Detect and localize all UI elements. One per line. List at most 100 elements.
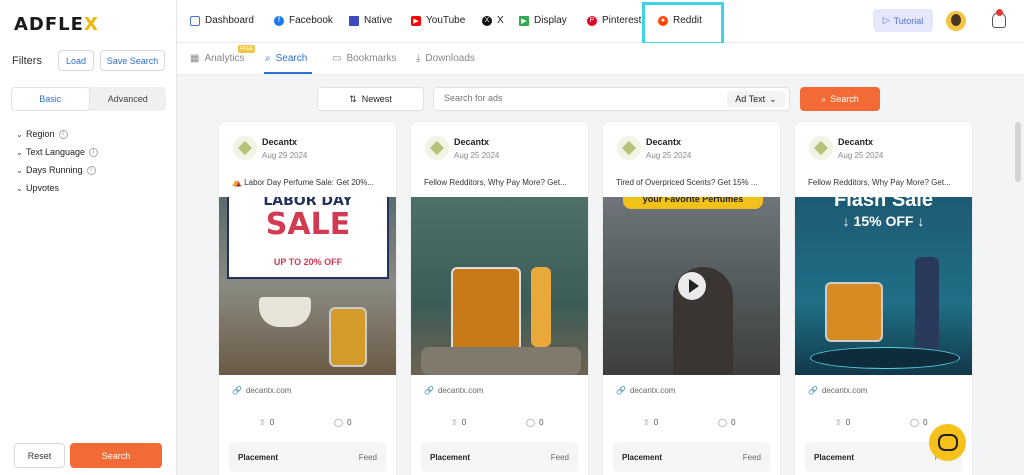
ad-card[interactable]: Decantx Aug 29 2024 ⛺ Labor Day Perfume … xyxy=(219,122,396,475)
nav-youtube[interactable]: ▶ YouTube xyxy=(411,15,465,26)
info-icon: i xyxy=(89,147,99,157)
link-icon: 🔗 xyxy=(616,386,626,395)
comments-stat: ◯ 0 xyxy=(910,418,928,427)
upvotes-stat: ⇧ 0 xyxy=(451,418,467,427)
nav-dashboard[interactable]: Dashboard xyxy=(190,15,254,26)
play-icon: ▷ xyxy=(882,15,890,25)
page-scrollbar[interactable] xyxy=(1015,122,1021,182)
advertiser-name: Decantx xyxy=(838,137,874,147)
download-icon: ⤓ xyxy=(416,53,421,64)
ad-creative[interactable]: Flash Sale ↓ 15% OFF ↓ xyxy=(795,197,972,375)
search-scope-select[interactable]: Ad Text ⌄ xyxy=(727,91,785,107)
search-icon: ⌕ xyxy=(265,53,271,64)
advertiser-name: Decantx xyxy=(262,137,298,147)
nav-display[interactable]: ▶ Display xyxy=(519,15,567,26)
facebook-icon: f xyxy=(274,15,284,26)
ad-headline: Tired of Overpriced Scents? Get 15% ... xyxy=(616,178,758,187)
nav-facebook[interactable]: f Facebook xyxy=(274,15,333,26)
youtube-icon: ▶ xyxy=(411,15,421,26)
load-button[interactable]: Load xyxy=(58,50,94,71)
search-button[interactable]: ⌕ Search xyxy=(800,87,880,111)
search-input[interactable] xyxy=(444,93,704,103)
tab-bookmarks[interactable]: ▭ Bookmarks xyxy=(332,53,396,64)
reset-button[interactable]: Reset xyxy=(14,443,65,468)
chevron-down-icon: ⌄ xyxy=(16,165,23,175)
chevron-down-icon: ⌄ xyxy=(769,93,777,104)
play-video-button[interactable] xyxy=(678,272,706,300)
comments-stat: ◯ 0 xyxy=(334,418,352,427)
filter-region[interactable]: ⌄ Region i xyxy=(16,125,98,143)
nav-x[interactable]: XX xyxy=(482,15,504,26)
ad-domain[interactable]: 🔗 decantx.com xyxy=(616,386,675,395)
display-pedestal xyxy=(810,347,960,369)
placement-row: PlacementFeed xyxy=(229,442,386,472)
ad-domain[interactable]: 🔗 decantx.com xyxy=(232,386,291,395)
ad-date: Aug 25 2024 xyxy=(454,151,500,160)
stone-base xyxy=(421,347,581,375)
sub-tabs: ▦ Analytics FREE ⌕ Search ▭ Bookmarks ⤓ Down… xyxy=(177,43,1024,75)
creative-banner: your Favorite Perfumes xyxy=(623,197,763,209)
bookmark-icon: ▭ xyxy=(332,53,342,64)
perfume-bottle xyxy=(825,282,883,342)
upvote-icon: ⇧ xyxy=(259,418,266,427)
nav-pinterest[interactable]: P Pinterest xyxy=(587,15,641,26)
comments-stat: ◯ 0 xyxy=(718,418,736,427)
placement-row: PlacementFeed xyxy=(613,442,770,472)
comment-icon: ◯ xyxy=(334,418,344,427)
brand-logo[interactable]: ADFLEX xyxy=(14,14,99,35)
nav-native[interactable]: Native xyxy=(349,15,392,26)
perfume-bottle xyxy=(329,307,367,367)
advertiser-name: Decantx xyxy=(646,137,682,147)
ad-creative[interactable]: your Favorite Perfumes xyxy=(603,197,780,375)
search-icon: ⌕ xyxy=(821,93,827,104)
tab-analytics[interactable]: ▦ Analytics xyxy=(190,53,244,64)
tab-advanced[interactable]: Advanced xyxy=(90,87,167,111)
sale-banner: LABOR DAY SALE UP TO 20% OFF xyxy=(227,197,389,279)
advertiser-logo xyxy=(617,136,641,160)
filter-list: ⌄ Region i ⌄ Text Language i ⌄ Days Running i … xyxy=(16,125,99,197)
tab-search[interactable]: ⌕ Search xyxy=(265,53,307,64)
filter-days-running[interactable]: ⌄ Days Running i xyxy=(16,161,98,179)
ad-creative[interactable]: LABOR DAY SALE UP TO 20% OFF xyxy=(219,197,396,375)
filter-text-language[interactable]: ⌄ Text Language i xyxy=(16,143,99,161)
ad-date: Aug 29 2024 xyxy=(262,151,308,160)
ad-date: Aug 25 2024 xyxy=(646,151,692,160)
free-badge: FREE xyxy=(238,45,256,53)
info-icon: i xyxy=(86,165,96,175)
ad-domain[interactable]: 🔗 decantx.com xyxy=(424,386,483,395)
ad-creative[interactable] xyxy=(411,197,588,375)
pinterest-icon: P xyxy=(587,15,597,26)
grid-icon xyxy=(190,15,200,26)
sort-icon: ⇅ xyxy=(349,93,357,104)
notification-badge xyxy=(996,9,1003,16)
ad-card[interactable]: Decantx Aug 25 2024 Tired of Overpriced … xyxy=(603,122,780,475)
search-bar: Ad Text⌄ xyxy=(433,87,790,111)
top-nav: Dashboard f Facebook Native ▶ YouTube XX ▶… xyxy=(177,0,1024,43)
sort-button[interactable]: ⇅ Newest xyxy=(317,87,424,111)
tab-downloads[interactable]: ⤓ Downloads xyxy=(416,53,475,64)
chevron-down-icon: ⌄ xyxy=(16,129,23,139)
tab-basic[interactable]: Basic xyxy=(11,87,90,111)
link-icon: 🔗 xyxy=(424,386,434,395)
ad-domain[interactable]: 🔗 decantx.com xyxy=(808,386,867,395)
link-icon: 🔗 xyxy=(808,386,818,395)
upvotes-stat: ⇧ 0 xyxy=(259,418,275,427)
avatar[interactable] xyxy=(946,11,966,31)
upvotes-stat: ⇧ 0 xyxy=(835,418,851,427)
ad-card[interactable]: Decantx Aug 25 2024 Fellow Redditors, Wh… xyxy=(795,122,972,475)
sidebar-search-button[interactable]: Search xyxy=(70,443,162,468)
tutorial-button[interactable]: ▷ Tutorial xyxy=(873,9,933,32)
chat-support-button[interactable] xyxy=(929,424,966,461)
filter-upvotes[interactable]: ⌄ Upvotes xyxy=(16,179,98,197)
chart-icon: ▦ xyxy=(190,53,200,64)
ad-card[interactable]: Decantx Aug 25 2024 Fellow Redditors, Wh… xyxy=(411,122,588,475)
save-search-button[interactable]: Save Search xyxy=(100,50,165,71)
ad-stats: ⇧ 0 ◯ 0 xyxy=(643,418,780,427)
advertiser-logo xyxy=(809,136,833,160)
ad-headline: Fellow Redditors, Why Pay More? Get... xyxy=(424,178,567,187)
comment-icon: ◯ xyxy=(910,418,920,427)
perfume-bottle xyxy=(451,267,521,352)
sidebar: ADFLEX Filters Load Save Search Basic Ad… xyxy=(0,0,177,475)
upvote-icon: ⇧ xyxy=(451,418,458,427)
comments-stat: ◯ 0 xyxy=(526,418,544,427)
